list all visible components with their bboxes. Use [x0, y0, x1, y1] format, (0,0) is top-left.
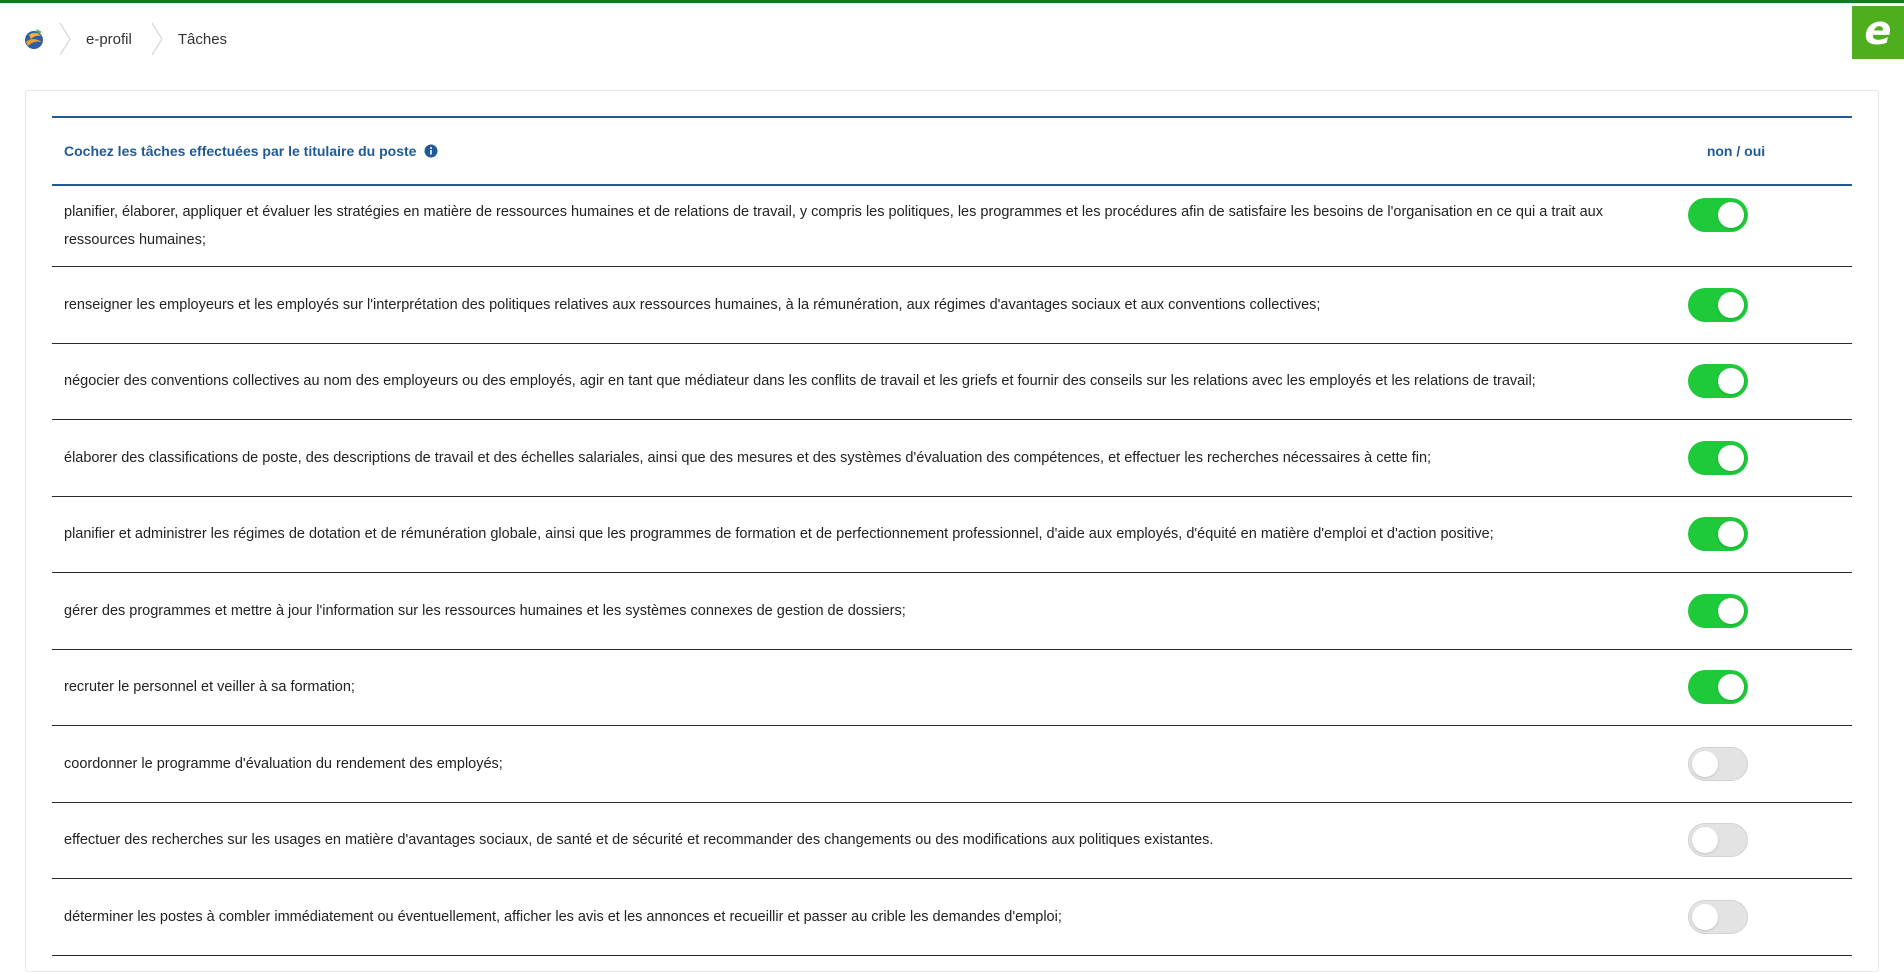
- task-text: effectuer des recherches sur les usages …: [64, 832, 1214, 849]
- task-text: planifier, élaborer, appliquer et évalue…: [64, 204, 1603, 248]
- task-row: effectuer des recherches sur les usages …: [52, 803, 1852, 879]
- task-toggle[interactable]: [1688, 364, 1748, 399]
- task-toggle[interactable]: [1688, 670, 1748, 705]
- task-toggle[interactable]: [1688, 517, 1748, 552]
- task-toggle[interactable]: [1688, 198, 1748, 232]
- table-header-title: Cochez les tâches effectuées par le titu…: [64, 143, 417, 159]
- toggle-knob: [1718, 521, 1744, 548]
- table-header-title-wrap: Cochez les tâches effectuées par le titu…: [52, 143, 438, 159]
- task-toggle[interactable]: [1688, 440, 1748, 475]
- toggle-column-label: non / oui: [1706, 143, 1766, 159]
- task-toggle[interactable]: [1688, 823, 1748, 858]
- toggle-knob: [1692, 827, 1718, 854]
- toggle-knob: [1718, 674, 1744, 701]
- task-row: gérer des programmes et mettre à jour l'…: [52, 573, 1852, 650]
- tasks-table: Cochez les tâches effectuées par le titu…: [52, 116, 1852, 956]
- brand-letter: e: [1864, 7, 1892, 54]
- toggle-knob: [1718, 597, 1744, 624]
- task-row: coordonner le programme d'évaluation du …: [52, 726, 1852, 803]
- home-logo-icon[interactable]: [22, 26, 48, 52]
- info-icon[interactable]: [424, 144, 438, 158]
- task-row: renseigner les employeurs et les employé…: [52, 267, 1852, 344]
- task-text: planifier et administrer les régimes de …: [64, 526, 1494, 543]
- tasks-card: Cochez les tâches effectuées par le titu…: [25, 90, 1879, 972]
- breadcrumb: e-profil Tâches: [22, 21, 241, 57]
- task-row: négocier des conventions collectives au …: [52, 344, 1852, 420]
- task-text: coordonner le programme d'évaluation du …: [64, 755, 503, 772]
- brand-logo[interactable]: e: [1852, 6, 1904, 59]
- task-toggle[interactable]: [1688, 746, 1748, 781]
- toggle-knob: [1718, 291, 1744, 318]
- task-toggle[interactable]: [1688, 593, 1748, 628]
- task-text: recruter le personnel et veiller à sa fo…: [64, 679, 355, 696]
- task-text: gérer des programmes et mettre à jour l'…: [64, 602, 906, 619]
- toggle-knob: [1692, 903, 1718, 930]
- breadcrumb-item-taches: Tâches: [177, 30, 228, 48]
- task-toggle[interactable]: [1688, 899, 1748, 934]
- task-text: élaborer des classifications de poste, d…: [64, 449, 1432, 466]
- chevron-right-icon: [150, 21, 164, 57]
- task-toggle[interactable]: [1688, 287, 1748, 322]
- toggle-knob: [1692, 750, 1718, 777]
- toggle-knob: [1718, 202, 1744, 228]
- header: e-profil Tâches e: [0, 3, 1904, 65]
- breadcrumb-item-eprofil[interactable]: e-profil: [76, 31, 146, 48]
- task-text: déterminer les postes à combler immédiat…: [64, 908, 1062, 925]
- task-text: renseigner les employeurs et les employé…: [64, 296, 1321, 313]
- toggle-knob: [1718, 368, 1744, 395]
- task-row: planifier, élaborer, appliquer et évalue…: [52, 186, 1852, 267]
- table-header: Cochez les tâches effectuées par le titu…: [52, 116, 1852, 186]
- task-row: élaborer des classifications de poste, d…: [52, 420, 1852, 497]
- task-row: recruter le personnel et veiller à sa fo…: [52, 650, 1852, 726]
- toggle-knob: [1718, 444, 1744, 471]
- task-row: déterminer les postes à combler immédiat…: [52, 879, 1852, 956]
- task-row: planifier et administrer les régimes de …: [52, 497, 1852, 573]
- task-text: négocier des conventions collectives au …: [64, 373, 1536, 390]
- chevron-right-icon: [58, 21, 72, 57]
